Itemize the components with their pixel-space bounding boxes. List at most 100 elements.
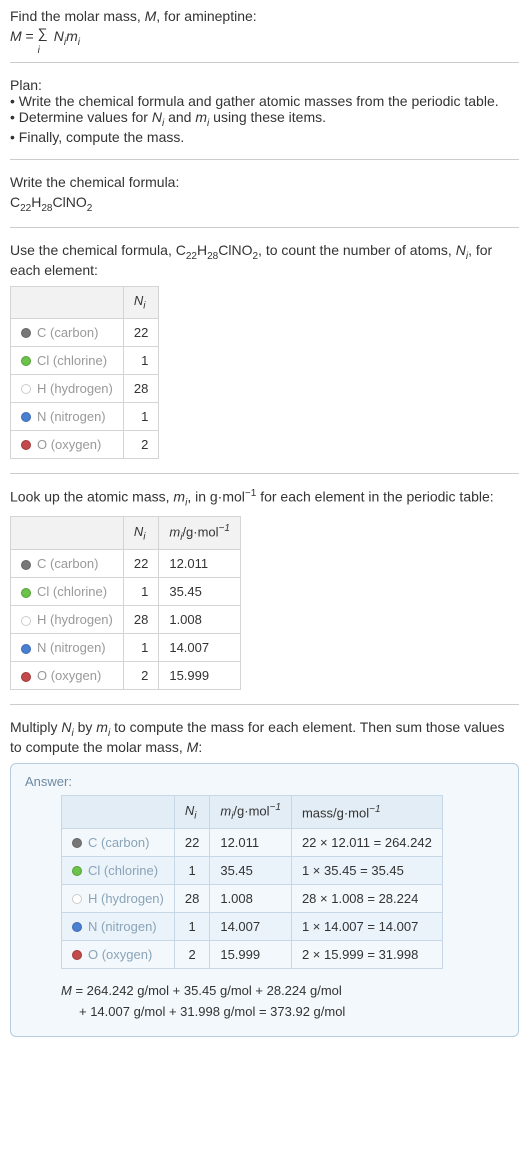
step4-M: M	[187, 739, 199, 755]
count-cell: 1	[123, 578, 158, 606]
final-result: M = 264.242 g/mol + 35.45 g/mol + 28.224…	[61, 981, 504, 1023]
answer-box: Answer: Ni mi/g·mol−1 mass/g·mol−1 C (ca…	[10, 763, 519, 1038]
intro-text-b: , for amineptine:	[156, 8, 256, 24]
step2-text: Use the chemical formula, C22H28ClNO2, t…	[10, 242, 519, 278]
table-row: O (oxygen)2	[11, 430, 159, 458]
dot-icon	[21, 384, 31, 394]
step3-pre-a: Look up the atomic mass,	[10, 488, 173, 504]
final-line2: + 14.007 g/mol + 31.998 g/mol = 373.92 g…	[79, 1004, 345, 1019]
mass-cell: 15.999	[159, 662, 241, 690]
mass-cell: 1.008	[210, 884, 292, 912]
count-cell: 28	[123, 374, 158, 402]
elem-cell: N (nitrogen)	[11, 634, 124, 662]
mass-cell: 12.011	[159, 550, 241, 578]
formula-m: m	[66, 28, 78, 44]
sum-index: i	[38, 45, 40, 56]
table-header-row: Ni	[11, 287, 159, 319]
elem-cell: H (hydrogen)	[11, 606, 124, 634]
answer-label: Answer:	[25, 774, 504, 789]
dot-icon	[72, 950, 82, 960]
elem-cell: Cl (chlorine)	[11, 578, 124, 606]
plan-m: m	[195, 109, 207, 125]
product-cell: 1 × 35.45 = 35.45	[291, 856, 442, 884]
dot-icon	[21, 356, 31, 366]
dot-icon	[21, 560, 31, 570]
divider	[10, 704, 519, 705]
dot-icon	[21, 616, 31, 626]
final-line1: = 264.242 g/mol + 35.45 g/mol + 28.224 g…	[72, 983, 342, 998]
dot-icon	[21, 328, 31, 338]
product-cell: 2 × 15.999 = 31.998	[291, 940, 442, 968]
elem-cell: O (oxygen)	[11, 430, 124, 458]
hdr-blank	[11, 517, 124, 550]
table-row: C (carbon)22	[11, 318, 159, 346]
step3-pre-b: , in g·mol	[187, 488, 245, 504]
plan-bullet-1: • Write the chemical formula and gather …	[10, 93, 519, 109]
step2-N: N	[456, 242, 466, 258]
dot-icon	[72, 866, 82, 876]
table-row: Cl (chlorine)135.451 × 35.45 = 35.45	[62, 856, 443, 884]
answer-table: Ni mi/g·mol−1 mass/g·mol−1 C (carbon)221…	[61, 795, 443, 969]
formula-m-sub: i	[78, 37, 80, 48]
elem-cell: O (oxygen)	[62, 940, 175, 968]
step4-text: Multiply Ni by mi to compute the mass fo…	[10, 719, 519, 755]
dot-icon	[72, 838, 82, 848]
step3-text: Look up the atomic mass, mi, in g·mol−1 …	[10, 488, 519, 508]
formula-lhs: M	[10, 28, 22, 44]
step3-m: m	[173, 488, 185, 504]
plan-bullet-2: • Determine values for Ni and mi using t…	[10, 109, 519, 129]
product-cell: 1 × 14.007 = 14.007	[291, 912, 442, 940]
plan-bullet-3: • Finally, compute the mass.	[10, 129, 519, 145]
plan-b2-c: using these items.	[209, 109, 326, 125]
elem-cell: C (carbon)	[11, 550, 124, 578]
count-cell: 1	[123, 634, 158, 662]
mass-cell: 35.45	[159, 578, 241, 606]
elem-cell: N (nitrogen)	[62, 912, 175, 940]
mass-cell: 12.011	[210, 828, 292, 856]
mass-cell: 35.45	[210, 856, 292, 884]
step4-N: N	[61, 719, 71, 735]
intro-line: Find the molar mass, M, for amineptine:	[10, 8, 519, 24]
table-header-row: Ni mi/g·mol−1	[11, 517, 241, 550]
chemical-formula: C22H28ClNO2	[10, 194, 519, 214]
count-cell: 1	[123, 346, 158, 374]
hdr-m: mi/g·mol−1	[210, 795, 292, 828]
hdr-mass: mass/g·mol−1	[291, 795, 442, 828]
count-cell: 1	[174, 856, 209, 884]
step2-formula: C22H28ClNO2	[176, 242, 258, 258]
elem-cell: C (carbon)	[11, 318, 124, 346]
count-cell: 2	[123, 662, 158, 690]
step3-neg1: −1	[245, 488, 256, 499]
hdr-m: mi/g·mol−1	[159, 517, 241, 550]
elem-cell: Cl (chlorine)	[62, 856, 175, 884]
count-cell: 28	[174, 884, 209, 912]
divider	[10, 159, 519, 160]
step4-b: by	[74, 719, 97, 735]
hdr-N: Ni	[123, 517, 158, 550]
dot-icon	[21, 440, 31, 450]
plan-b2-a: • Determine values for	[10, 109, 152, 125]
count-cell: 22	[123, 318, 158, 346]
count-cell: 28	[123, 606, 158, 634]
divider	[10, 62, 519, 63]
intro-M: M	[145, 8, 157, 24]
product-cell: 28 × 1.008 = 28.224	[291, 884, 442, 912]
step4-d: :	[198, 739, 202, 755]
count-cell: 2	[123, 430, 158, 458]
table-row: O (oxygen)215.999	[11, 662, 241, 690]
plan-N: N	[152, 109, 162, 125]
mass-cell: 14.007	[159, 634, 241, 662]
dot-icon	[72, 894, 82, 904]
plan-title: Plan:	[10, 77, 519, 93]
count-cell: 2	[174, 940, 209, 968]
dot-icon	[21, 672, 31, 682]
step2-pre: Use the chemical formula,	[10, 242, 176, 258]
hdr-blank	[11, 287, 124, 319]
step4-m: m	[96, 719, 108, 735]
step1-title: Write the chemical formula:	[10, 174, 519, 190]
dot-icon	[21, 644, 31, 654]
dot-icon	[21, 412, 31, 422]
divider	[10, 227, 519, 228]
hdr-N: Ni	[174, 795, 209, 828]
atomic-mass-table: Ni mi/g·mol−1 C (carbon)2212.011 Cl (chl…	[10, 516, 241, 690]
